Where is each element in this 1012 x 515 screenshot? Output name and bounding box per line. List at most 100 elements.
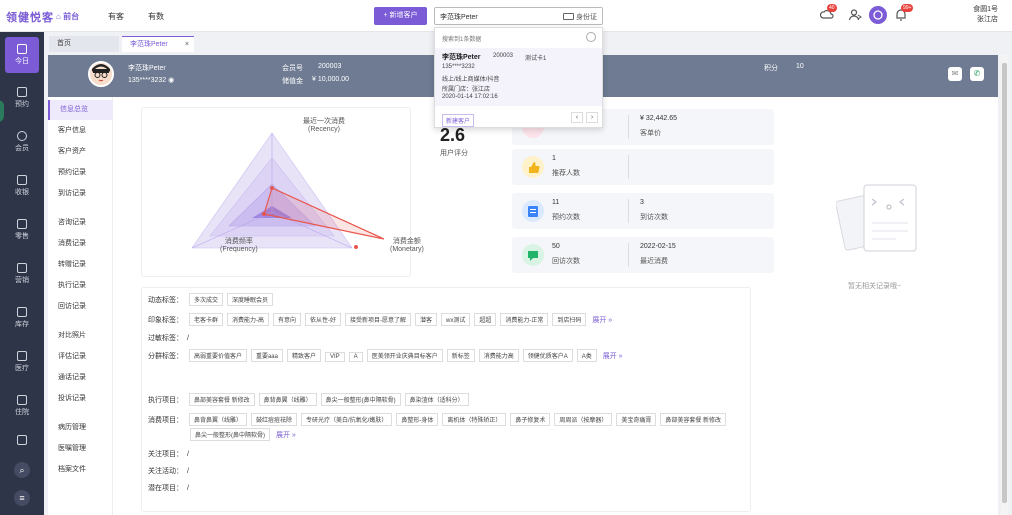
points-label: 积分 (764, 65, 778, 72)
potential-project-row: 潜在项目： / (148, 485, 189, 492)
radar-label-frequency: 消费频率 (Frequency) (220, 238, 258, 253)
expand-group-link[interactable]: 展开 » (603, 353, 623, 360)
service-icon[interactable] (869, 6, 887, 24)
bed-icon (17, 395, 27, 405)
phone-icon[interactable]: ✆ (970, 67, 984, 81)
nav-front-desk[interactable]: ⌂ 前台 (56, 11, 79, 22)
tag: 高弱重要价值客户 (188, 349, 247, 362)
rail-item-inventory[interactable]: 库存 (0, 300, 44, 336)
search-result-item[interactable]: 李范珠Peter 200003 测试卡1 135****3232 线上/线上商媒… (435, 48, 602, 106)
tag: 鼻背鼻翼（线雕） (258, 393, 317, 406)
exec-projects-row: 执行项目： 鼻部美容套餐 新修改 鼻背鼻翼（线雕） 鼻尖一般整形(鼻中隔软骨) 鼻染渣… (148, 393, 473, 406)
menu-item-followup[interactable]: 回访记录 (48, 297, 113, 317)
expand-impression-link[interactable]: 展开 » (592, 317, 612, 324)
prev-page-button[interactable]: ‹ (571, 112, 583, 123)
menu-item-assets[interactable]: 客户资产 (48, 142, 113, 162)
menu-item-photos[interactable]: 对比照片 (48, 326, 113, 346)
menu-item-evaluation[interactable]: 评估记录 (48, 347, 113, 367)
rfm-radar: 最近一次消费 (Recency) 消费频率 (Frequency) 消费金额 (Mon… (141, 107, 424, 277)
tag: 消费能力-正常 (500, 313, 549, 326)
user-switch-icon[interactable] (848, 8, 862, 22)
tag: 超超 (474, 313, 497, 326)
grid-icon (17, 435, 27, 445)
page-scrollbar[interactable] (1001, 55, 1008, 515)
menu-item-execution[interactable]: 执行记录 (48, 276, 113, 296)
id-card-icon (563, 13, 574, 20)
rail-item-cashier[interactable]: 收银 (0, 168, 44, 204)
settings-icon[interactable] (586, 32, 596, 42)
user-score: 2.6 用户评分 (440, 125, 468, 157)
nav-customer[interactable]: 有客 (108, 11, 124, 22)
tag: 深度睡眠会员 (226, 293, 273, 306)
empty-records-text: 暂无相关记录哦~ (848, 283, 902, 290)
tag: 鼻整形-身体 (396, 413, 439, 426)
rail-item-medical[interactable]: 医疗 (0, 344, 44, 380)
radar-label-monetary: 消费金额 (Monetary) (390, 238, 424, 253)
menu-item-customer-info[interactable]: 客户信息 (48, 121, 113, 141)
tag: 老客卡群 (188, 313, 223, 326)
menu-item-appointments[interactable]: 预约记录 (48, 163, 113, 183)
medical-icon (17, 351, 27, 361)
thumbs-up-icon (522, 156, 544, 178)
close-icon[interactable]: × (185, 37, 189, 53)
tag: 医美领开业庆典目标客户 (366, 349, 443, 362)
create-customer-button[interactable]: 新建客户 (442, 114, 475, 127)
store-switcher[interactable]: 食圆1号 张江店 (973, 5, 998, 25)
empty-records-illustration (835, 179, 926, 289)
customer-search-input[interactable] (440, 11, 550, 22)
wechat-icon[interactable]: ✉ (948, 67, 962, 81)
menu-item-files[interactable]: 档案文件 (48, 460, 113, 480)
rail-item-today[interactable]: 今日 (5, 37, 39, 73)
menu-item-consult[interactable]: 咨询记录 (48, 213, 113, 233)
bell-icon[interactable]: 99+ (894, 4, 914, 22)
tab-customer[interactable]: 李范珠Peter × (122, 36, 194, 52)
customer-name: 李范珠Peter (128, 65, 166, 72)
rail-item-more[interactable] (0, 430, 44, 450)
calendar-check-icon (17, 87, 27, 97)
scrollbar-thumb[interactable] (1002, 63, 1007, 503)
overview-panel: 最近一次消费 (Recency) 消费频率 (Frequency) 消费金额 (Mon… (113, 97, 998, 515)
menu-item-visits[interactable]: 到访记录 (48, 184, 113, 204)
menu-icon[interactable]: ≡ (14, 490, 30, 506)
tag: 新标签 (446, 349, 475, 362)
consume-projects-row: 消费项目： 鼻背鼻翼（线雕） 鼓红痘痘祛除 专研光疗（美白/抗氧化/嫩肤） 鼻整形-身… (148, 413, 730, 426)
nav-data[interactable]: 有数 (148, 11, 164, 22)
rail-item-member[interactable]: 会员 (0, 124, 44, 160)
search-results-dropdown: 搜索到1条数据 李范珠Peter 200003 测试卡1 135****3232… (434, 27, 603, 128)
menu-item-consumption[interactable]: 消费记录 (48, 234, 113, 254)
tag: 多次成交 (188, 293, 223, 306)
menu-item-complaints[interactable]: 投诉记录 (48, 389, 113, 409)
tag: 鼻背鼻翼（线雕） (188, 413, 247, 426)
next-page-button[interactable]: › (586, 112, 598, 123)
eye-icon[interactable]: ◉ (168, 77, 174, 84)
id-card-search-button[interactable]: 身份证 (563, 12, 597, 22)
tag: 依从性-好 (304, 313, 341, 326)
new-customer-button[interactable]: + 新增客户 (374, 7, 427, 25)
rail-item-hospital[interactable]: 住院 (0, 388, 44, 424)
tag: 周周派（按摩器） (554, 413, 613, 426)
menu-item-orders[interactable]: 医嘱管理 (48, 439, 113, 459)
message-badge: 99+ (901, 4, 914, 12)
left-rail: 今日 预约 会员 收银 零售 营销 库存 医疗 住院 ⌕ ≡ (0, 32, 44, 515)
rail-item-appointment[interactable]: 预约 (0, 80, 44, 116)
balance-label: 储值金 (282, 78, 303, 85)
home-icon: ⌂ (56, 12, 61, 21)
search-icon[interactable]: ⌕ (14, 462, 30, 478)
megaphone-icon (17, 263, 27, 273)
customer-search-box[interactable]: 身份证 (434, 7, 603, 25)
tag: 精致客户 (286, 349, 321, 362)
menu-item-overview[interactable]: 信息总览 (48, 100, 113, 120)
menu-item-transfer[interactable]: 转赠记录 (48, 255, 113, 275)
rail-item-retail[interactable]: 零售 (0, 212, 44, 248)
rail-item-marketing[interactable]: 营销 (0, 256, 44, 292)
tab-home[interactable]: 首页 (49, 36, 119, 52)
customer-side-menu: 信息总览 客户信息 客户资产 预约记录 到访记录 咨询记录 消费记录 转赠记录 … (48, 97, 113, 515)
expand-consume-link[interactable]: 展开 » (276, 432, 296, 439)
app-logo: 领健悦客 (6, 12, 54, 24)
tag: wx测试 (441, 313, 471, 326)
menu-item-calls[interactable]: 通话记录 (48, 368, 113, 388)
cloud-notice-icon[interactable]: 40 (819, 4, 837, 22)
tag: 消费能力高 (478, 349, 519, 362)
balance-value: ¥ 10,000.00 (312, 76, 349, 83)
menu-item-medical-records[interactable]: 病历管理 (48, 418, 113, 438)
